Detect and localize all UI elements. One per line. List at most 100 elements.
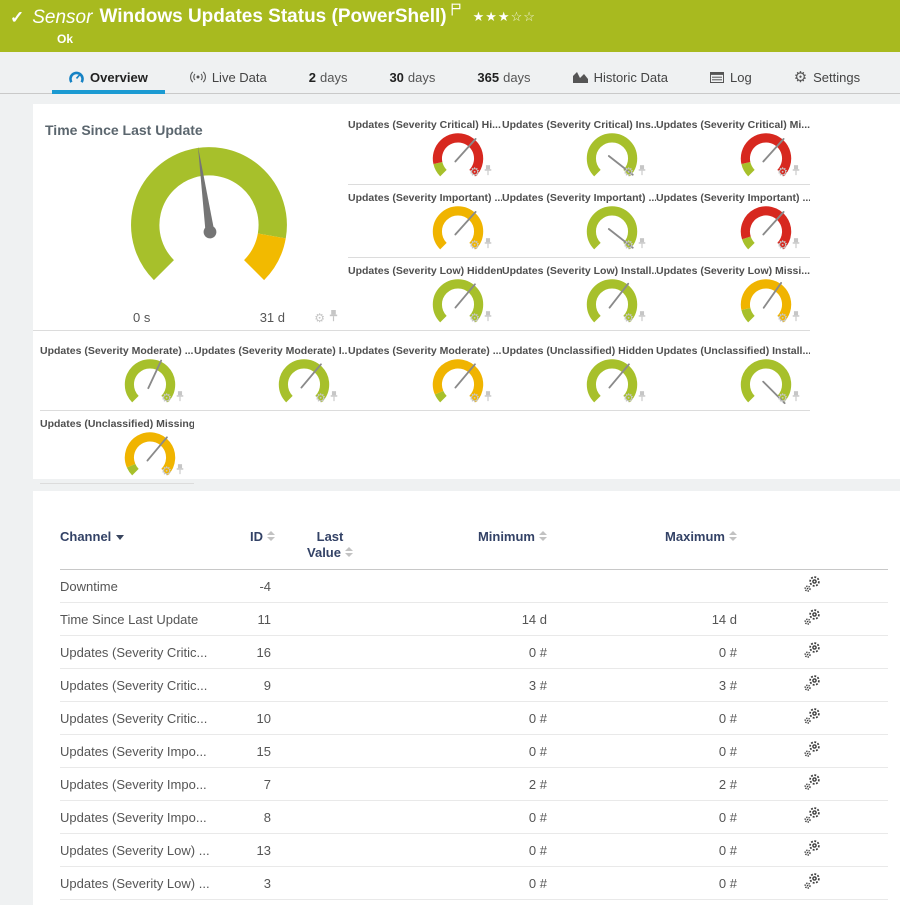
pin-icon[interactable]: [176, 389, 184, 407]
edit-channel-icon[interactable]: [804, 675, 821, 695]
gauge-title: Updates (Severity Moderate) ...: [348, 345, 502, 357]
channel-minimum: 0 #: [375, 834, 547, 867]
tab-settings[interactable]: ⚙Settings: [773, 61, 881, 93]
edit-channel-icon[interactable]: [804, 576, 821, 596]
channel-id: 7: [240, 768, 285, 801]
gear-icon[interactable]: ⚙: [623, 313, 634, 323]
pin-icon[interactable]: [330, 389, 338, 407]
channel-name: Updates (Severity Critic...: [60, 669, 240, 702]
flag-icon[interactable]: [451, 3, 461, 21]
edit-channel-icon[interactable]: [804, 774, 821, 794]
pin-icon[interactable]: [484, 163, 492, 181]
tab-historic-data[interactable]: Historic Data: [552, 61, 689, 93]
table-row[interactable]: Updates (Severity Impo...72 #2 #: [60, 768, 888, 801]
tab-days[interactable]: 2days: [288, 61, 369, 93]
channel-name: Updates (Severity Critic...: [60, 702, 240, 735]
gear-icon: ⚙: [794, 68, 807, 86]
tab-days[interactable]: 365days: [456, 61, 551, 93]
edit-channel-icon[interactable]: [804, 873, 821, 893]
edit-channel-icon[interactable]: [804, 741, 821, 761]
tab-log[interactable]: Log: [689, 61, 773, 93]
gear-icon[interactable]: ⚙: [777, 167, 788, 177]
gear-icon[interactable]: ⚙: [777, 313, 788, 323]
pin-icon[interactable]: [329, 309, 338, 327]
gauge-tile: Updates (Severity Critical) Mi...⚙: [656, 112, 810, 185]
gauge-tile: Updates (Severity Critical) Hi...⚙: [348, 112, 502, 185]
gear-icon[interactable]: ⚙: [623, 393, 634, 403]
channel-id: 11: [240, 603, 285, 636]
column-header-maximum[interactable]: Maximum: [547, 529, 737, 570]
column-header-last-value[interactable]: Last Value: [285, 529, 375, 570]
column-header-id[interactable]: ID: [240, 529, 285, 570]
table-row[interactable]: Updates (Severity Critic...93 #3 #: [60, 669, 888, 702]
table-row[interactable]: Updates (Severity Critic...100 #0 #: [60, 702, 888, 735]
tab-live-data[interactable]: Live Data: [169, 61, 288, 93]
gear-icon[interactable]: ⚙: [777, 240, 788, 250]
gauge-tile: Updates (Severity Low) Install... ⚙: [502, 258, 656, 331]
pin-icon[interactable]: [176, 462, 184, 480]
live-icon: [190, 71, 206, 83]
gear-icon[interactable]: ⚙: [469, 313, 480, 323]
edit-channel-icon[interactable]: [804, 642, 821, 662]
priority-stars[interactable]: ★★★☆☆: [473, 9, 536, 25]
channel-name: Downtime: [60, 570, 240, 603]
channel-minimum: 0 #: [375, 867, 547, 900]
gear-icon[interactable]: ⚙: [315, 393, 326, 403]
gauge-title: Updates (Severity Important) ...: [502, 192, 656, 204]
table-row[interactable]: Downtime-4: [60, 570, 888, 603]
sensor-title: Windows Updates Status (PowerShell): [99, 6, 446, 28]
gauge-max-label: 31 d: [260, 310, 285, 325]
channel-name: Updates (Severity Low) ...: [60, 834, 240, 867]
gear-icon[interactable]: ⚙: [623, 167, 634, 177]
pin-icon[interactable]: [484, 389, 492, 407]
gear-icon[interactable]: ⚙: [161, 466, 172, 476]
gear-icon[interactable]: ⚙: [161, 393, 172, 403]
column-header-channel[interactable]: Channel: [60, 529, 240, 570]
gauge-title: Updates (Severity Low) Install...: [502, 265, 656, 277]
channel-id: 8: [240, 801, 285, 834]
chart-icon: [573, 71, 588, 83]
tab-overview[interactable]: Overview: [48, 61, 169, 93]
tab-days[interactable]: 30days: [368, 61, 456, 93]
table-row[interactable]: Updates (Severity Low) ...130 #0 #: [60, 834, 888, 867]
channel-maximum: 0 #: [547, 735, 737, 768]
channel-minimum: 2 #: [375, 768, 547, 801]
pin-icon[interactable]: [484, 309, 492, 327]
pin-icon[interactable]: [638, 309, 646, 327]
gauge-tile: Updates (Severity Important) ...⚙: [656, 185, 810, 258]
gear-icon[interactable]: ⚙: [777, 393, 788, 403]
table-row[interactable]: Updates (Severity Impo...150 #0 #: [60, 735, 888, 768]
column-header-minimum[interactable]: Minimum: [375, 529, 547, 570]
pin-icon[interactable]: [638, 163, 646, 181]
sensor-status-header: ✓ Sensor Windows Updates Status (PowerSh…: [0, 0, 900, 52]
edit-channel-icon[interactable]: [804, 807, 821, 827]
gear-icon[interactable]: ⚙: [469, 393, 480, 403]
pin-icon[interactable]: [484, 236, 492, 254]
gear-icon[interactable]: ⚙: [469, 240, 480, 250]
gear-icon[interactable]: ⚙: [314, 313, 325, 323]
table-row[interactable]: Updates (Severity Impo...80 #0 #: [60, 801, 888, 834]
edit-channel-icon[interactable]: [804, 609, 821, 629]
pin-icon[interactable]: [792, 389, 800, 407]
gauge-tile: Updates (Unclassified) Install...⚙: [656, 338, 810, 411]
table-row[interactable]: Time Since Last Update1114 d14 d: [60, 603, 888, 636]
table-row[interactable]: Updates (Severity Critic...160 #0 #: [60, 636, 888, 669]
pin-icon[interactable]: [792, 236, 800, 254]
channel-last-value: [285, 636, 375, 669]
channel-id: 10: [240, 702, 285, 735]
pin-icon[interactable]: [638, 236, 646, 254]
gauge-title: Updates (Severity Low) Hidden: [348, 265, 502, 277]
pin-icon[interactable]: [792, 163, 800, 181]
gear-icon[interactable]: ⚙: [623, 240, 634, 250]
channel-maximum: [547, 570, 737, 603]
pin-icon[interactable]: [638, 389, 646, 407]
gauge-grid-right: Updates (Severity Critical) Hi...⚙Update…: [348, 112, 810, 331]
gauge-title: Updates (Unclassified) Missing: [40, 418, 194, 430]
channel-maximum: 0 #: [547, 702, 737, 735]
pin-icon[interactable]: [792, 309, 800, 327]
gear-icon[interactable]: ⚙: [469, 167, 480, 177]
table-row[interactable]: Updates (Severity Low) ...30 #0 #: [60, 867, 888, 900]
channel-name: Updates (Severity Impo...: [60, 735, 240, 768]
edit-channel-icon[interactable]: [804, 840, 821, 860]
edit-channel-icon[interactable]: [804, 708, 821, 728]
